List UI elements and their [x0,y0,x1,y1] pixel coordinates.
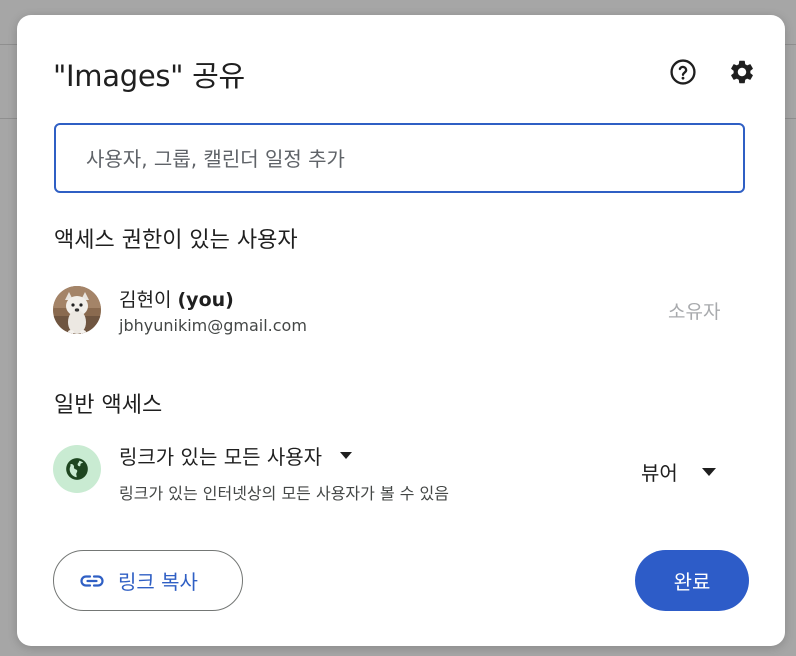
add-people-field[interactable] [54,123,745,193]
copy-link-button[interactable]: 링크 복사 [53,550,243,611]
gear-icon [731,60,753,84]
general-access-description: 링크가 있는 인터넷상의 모든 사용자가 볼 수 있음 [119,484,450,503]
help-circle-icon [670,59,696,85]
user-name-line: 김현이 (you) [119,285,234,312]
copy-link-label: 링크 복사 [118,570,198,594]
help-button[interactable] [665,54,701,90]
share-dialog: "Images" 공유 액세스 권한이 있는 사용자 [17,15,785,646]
user-email: jbhyunikim@gmail.com [119,316,307,335]
caret-down-icon [340,452,353,459]
dialog-title: "Images" 공유 [53,59,245,93]
general-access-dropdown[interactable]: 링크가 있는 모든 사용자 [119,441,353,470]
globe-badge [53,445,101,493]
user-name: 김현이 [119,289,172,311]
dog-avatar [53,286,101,334]
user-avatar [53,286,101,334]
add-people-input[interactable] [84,125,728,193]
settings-button[interactable] [724,54,760,90]
viewer-role-label: 뷰어 [641,461,678,485]
caret-down-icon [701,467,716,476]
general-access-setting: 링크가 있는 모든 사용자 [119,445,323,469]
done-label: 완료 [673,570,711,594]
people-with-access-heading: 액세스 권한이 있는 사용자 [54,228,298,253]
done-button[interactable]: 완료 [635,550,749,611]
owner-role-label: 소유자 [668,301,721,323]
globe-icon [66,458,88,480]
link-icon [80,574,104,587]
viewer-role-dropdown[interactable]: 뷰어 [641,457,716,486]
general-access-heading: 일반 액세스 [54,393,163,418]
you-label: (you) [177,289,234,311]
